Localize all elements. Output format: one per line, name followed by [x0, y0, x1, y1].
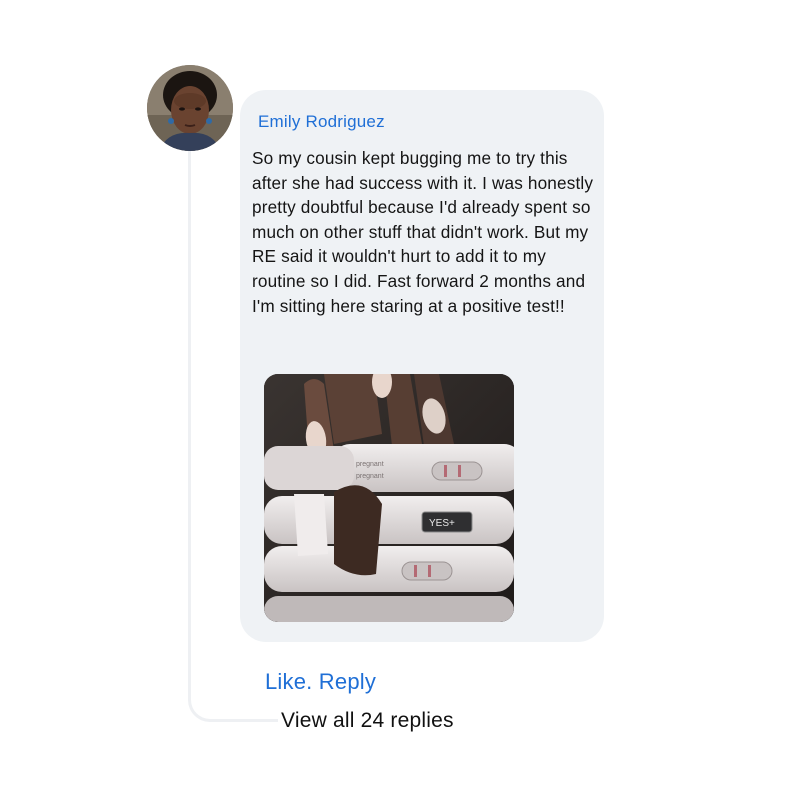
reply-button[interactable]: Reply	[319, 669, 376, 694]
test-label-1: pregnant	[356, 461, 384, 468]
author-name[interactable]: Emily Rodriguez	[258, 112, 385, 132]
avatar[interactable]	[147, 65, 233, 151]
pregnancy-tests-photo: YES+ pregnant pregnant	[264, 374, 514, 622]
result-window-text: YES+	[429, 518, 455, 529]
like-button[interactable]: Like.	[265, 669, 312, 694]
comment-bubble: Emily Rodriguez So my cousin kept buggin…	[240, 90, 604, 642]
comment-photo[interactable]: YES+ pregnant pregnant	[264, 374, 514, 622]
comment-text: So my cousin kept bugging me to try this…	[252, 148, 594, 316]
comment-actions: Like. Reply	[265, 669, 376, 695]
avatar-image	[147, 65, 233, 151]
view-all-replies-link[interactable]: View all 24 replies	[281, 709, 454, 733]
test-label-2: pregnant	[356, 473, 384, 480]
